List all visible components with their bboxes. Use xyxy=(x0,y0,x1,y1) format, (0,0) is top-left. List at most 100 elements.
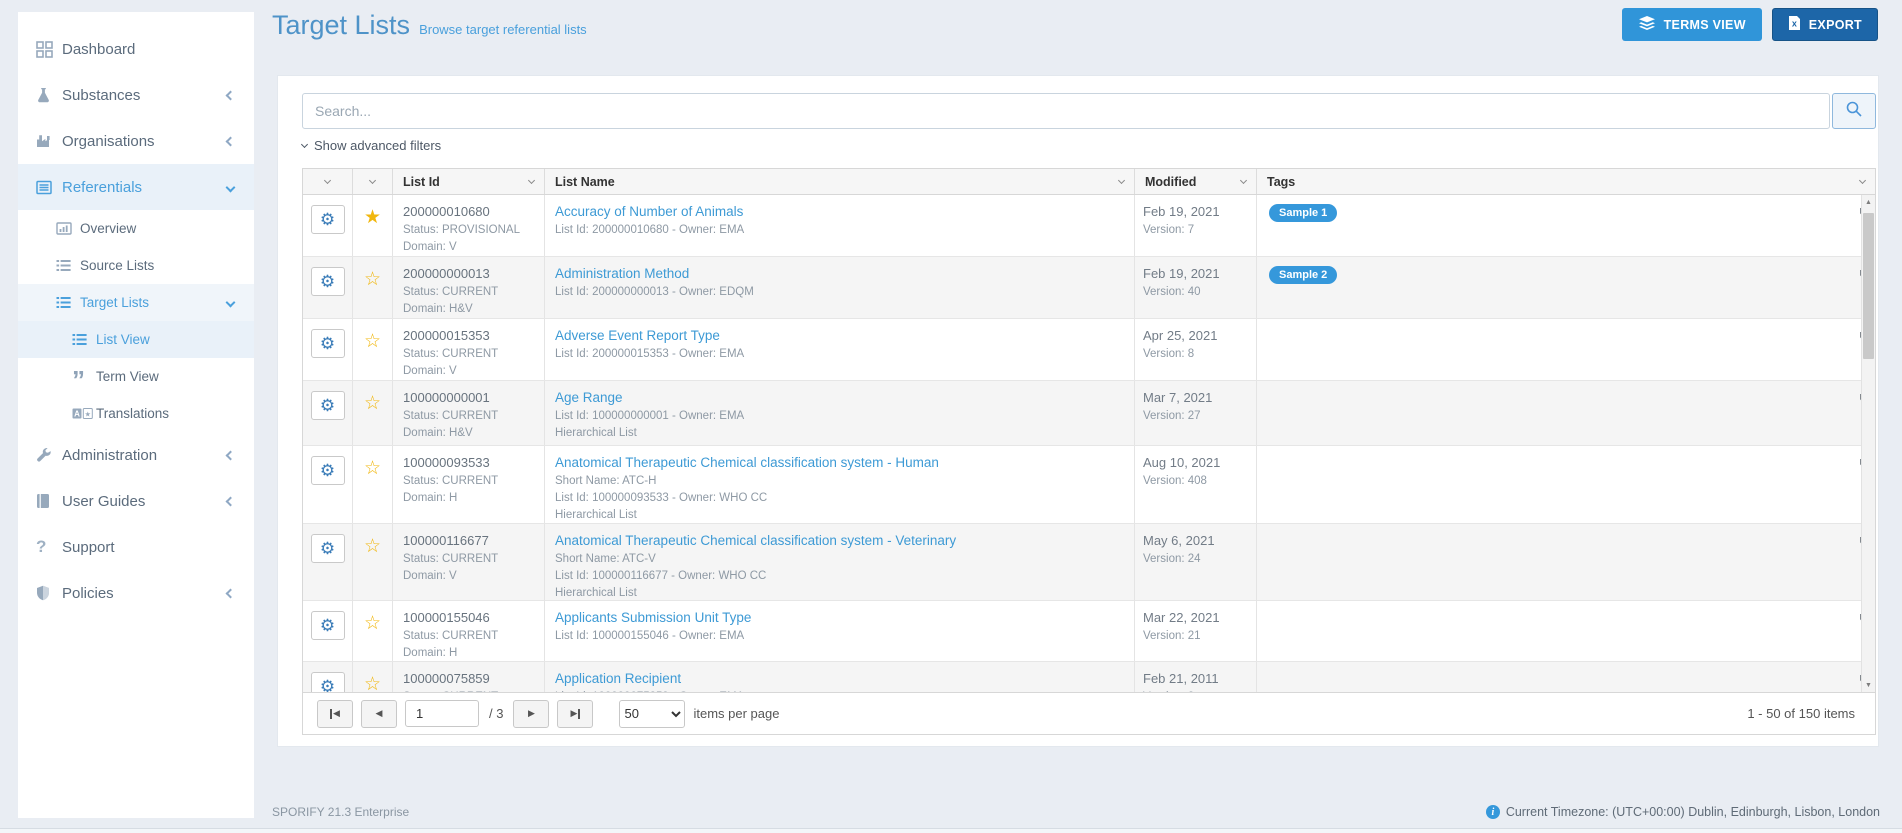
sidebar-item-list-view[interactable]: List View xyxy=(18,321,254,358)
list-name-link[interactable]: Age Range xyxy=(555,389,623,406)
search-button[interactable] xyxy=(1832,93,1876,129)
column-header-col1[interactable] xyxy=(353,169,393,194)
favorite-cell: ☆ xyxy=(353,381,393,445)
question-icon: ? xyxy=(36,537,62,557)
scroll-down-button[interactable]: ▼ xyxy=(1862,678,1875,692)
show-advanced-filters-toggle[interactable]: Show advanced filters xyxy=(302,138,441,153)
sidebar-item-overview[interactable]: Overview xyxy=(18,210,254,247)
chevron-down-icon xyxy=(226,182,236,192)
list-name-link[interactable]: Application Recipient xyxy=(555,670,681,687)
list-id-subline: Status: CURRENT xyxy=(403,629,544,644)
list-id-value: 200000010680 xyxy=(403,203,544,221)
favorite-star-outline-icon[interactable]: ☆ xyxy=(364,394,381,413)
column-dropdown-icon xyxy=(1859,177,1866,184)
row-settings-button[interactable]: ⚙ xyxy=(311,672,345,692)
search-icon xyxy=(1845,100,1863,123)
sidebar-item-translations[interactable]: A★Translations xyxy=(18,395,254,432)
column-header-list-name[interactable]: List Name xyxy=(545,169,1135,194)
list-icon xyxy=(56,296,80,309)
column-header-col0[interactable] xyxy=(303,169,353,194)
list-id-value: 200000000013 xyxy=(403,265,544,283)
page-number-input[interactable] xyxy=(405,700,479,727)
export-button[interactable]: x EXPORT xyxy=(1772,8,1878,41)
terms-view-button[interactable]: TERMS VIEW xyxy=(1622,8,1762,41)
advanced-filters-label: Show advanced filters xyxy=(314,138,441,153)
search-input[interactable] xyxy=(302,93,1830,129)
scrollbar-thumb[interactable] xyxy=(1863,213,1874,359)
timezone-info: i Current Timezone: (UTC+00:00) Dublin, … xyxy=(1486,805,1880,819)
row-settings-button[interactable]: ⚙ xyxy=(311,456,345,485)
column-header-modified[interactable]: Modified xyxy=(1135,169,1257,194)
row-settings-button[interactable]: ⚙ xyxy=(311,534,345,563)
modified-date: Mar 22, 2021 xyxy=(1143,609,1256,627)
first-page-button[interactable]: ◀ xyxy=(317,700,353,728)
column-header-tags[interactable]: Tags xyxy=(1257,169,1875,194)
app-version-label: SPORIFY 21.3 Enterprise xyxy=(272,805,409,819)
list-name-link[interactable]: Applicants Submission Unit Type xyxy=(555,609,751,626)
column-header-list-id[interactable]: List Id xyxy=(393,169,545,194)
favorite-star-filled-icon[interactable]: ★ xyxy=(364,208,381,227)
gear-icon: ⚙ xyxy=(320,678,335,692)
target-lists-table: List IdList Name Modified Tags ⚙ ★ 200000010… xyxy=(302,168,1876,735)
list-name-subline: List Id: 200000010680 - Owner: EMA xyxy=(555,223,1134,238)
list-name-cell: Applicants Submission Unit TypeList Id: … xyxy=(545,601,1135,661)
page-size-select[interactable]: 50 xyxy=(619,700,685,728)
next-page-button[interactable]: ▶ xyxy=(513,700,549,728)
list-name-link[interactable]: Anatomical Therapeutic Chemical classifi… xyxy=(555,454,939,471)
list-name-link[interactable]: Administration Method xyxy=(555,265,689,282)
favorite-star-outline-icon[interactable]: ☆ xyxy=(364,332,381,351)
last-page-button[interactable]: ▶ xyxy=(557,700,593,728)
sidebar-item-organisations[interactable]: Organisations xyxy=(18,118,254,164)
column-header-label: Modified xyxy=(1145,175,1196,189)
sidebar-item-policies[interactable]: Policies xyxy=(18,570,254,616)
sidebar-item-referentials[interactable]: Referentials xyxy=(18,164,254,210)
list-name-link[interactable]: Anatomical Therapeutic Chemical classifi… xyxy=(555,532,956,549)
favorite-star-outline-icon[interactable]: ☆ xyxy=(364,459,381,478)
column-dropdown-icon xyxy=(369,177,376,184)
list-id-cell: 100000093533Status: CURRENTDomain: H xyxy=(393,446,545,523)
row-settings-button[interactable]: ⚙ xyxy=(311,267,345,296)
sidebar-item-administration[interactable]: Administration xyxy=(18,432,254,478)
previous-page-button[interactable]: ◀ xyxy=(361,700,397,728)
modified-date: Apr 25, 2021 xyxy=(1143,327,1256,345)
chevron-left-icon xyxy=(226,90,236,100)
list-name-subline: Short Name: ATC-H xyxy=(555,474,1134,489)
list-id-cell: 100000075859Status: CURRENT xyxy=(393,662,545,692)
sidebar-item-support[interactable]: ?Support xyxy=(18,524,254,570)
modified-cell: Feb 19, 2021Version: 7 xyxy=(1135,195,1257,256)
sidebar-item-substances[interactable]: Substances xyxy=(18,72,254,118)
row-actions-cell: ⚙ xyxy=(303,195,353,256)
version-label: Version: 27 xyxy=(1143,409,1256,424)
favorite-star-outline-icon[interactable]: ☆ xyxy=(364,675,381,692)
list-id-subline: Domain: H xyxy=(403,646,544,661)
list-id-value: 100000155046 xyxy=(403,609,544,627)
favorite-cell: ☆ xyxy=(353,446,393,523)
tags-cell xyxy=(1257,662,1845,692)
row-settings-button[interactable]: ⚙ xyxy=(311,205,345,234)
list-name-link[interactable]: Accuracy of Number of Animals xyxy=(555,203,743,220)
row-settings-button[interactable]: ⚙ xyxy=(311,391,345,420)
table-row: ⚙★200000010680Status: PROVISIONALDomain:… xyxy=(303,195,1875,257)
modified-cell: Aug 10, 2021Version: 408 xyxy=(1135,446,1257,523)
favorite-star-outline-icon[interactable]: ☆ xyxy=(364,270,381,289)
row-settings-button[interactable]: ⚙ xyxy=(311,329,345,358)
favorite-star-outline-icon[interactable]: ☆ xyxy=(364,537,381,556)
table-row: ⚙ ☆ 100000075859Status: CURRENT Application… xyxy=(303,662,1875,692)
sidebar-item-user-guides[interactable]: User Guides xyxy=(18,478,254,524)
sidebar-item-term-view[interactable]: ”Term View xyxy=(18,358,254,395)
page-total-label: / 3 xyxy=(489,706,503,721)
sidebar-item-target-lists[interactable]: Target Lists xyxy=(18,284,254,321)
list-name-link[interactable]: Adverse Event Report Type xyxy=(555,327,720,344)
sidebar-item-source-lists[interactable]: Source Lists xyxy=(18,247,254,284)
version-label: Version: 8 xyxy=(1143,347,1256,362)
gear-icon: ⚙ xyxy=(320,397,335,414)
modified-cell: Feb 19, 2021Version: 40 xyxy=(1135,257,1257,318)
list-id-subline: Domain: H&V xyxy=(403,426,544,441)
favorite-star-outline-icon[interactable]: ☆ xyxy=(364,614,381,633)
scroll-up-button[interactable]: ▲ xyxy=(1862,195,1875,209)
row-settings-button[interactable]: ⚙ xyxy=(311,611,345,640)
list-id-subline: Domain: H xyxy=(403,491,544,506)
favorite-cell: ☆ xyxy=(353,601,393,661)
sidebar-item-dashboard[interactable]: Dashboard xyxy=(18,26,254,72)
row-actions-cell: ⚙ xyxy=(303,257,353,318)
